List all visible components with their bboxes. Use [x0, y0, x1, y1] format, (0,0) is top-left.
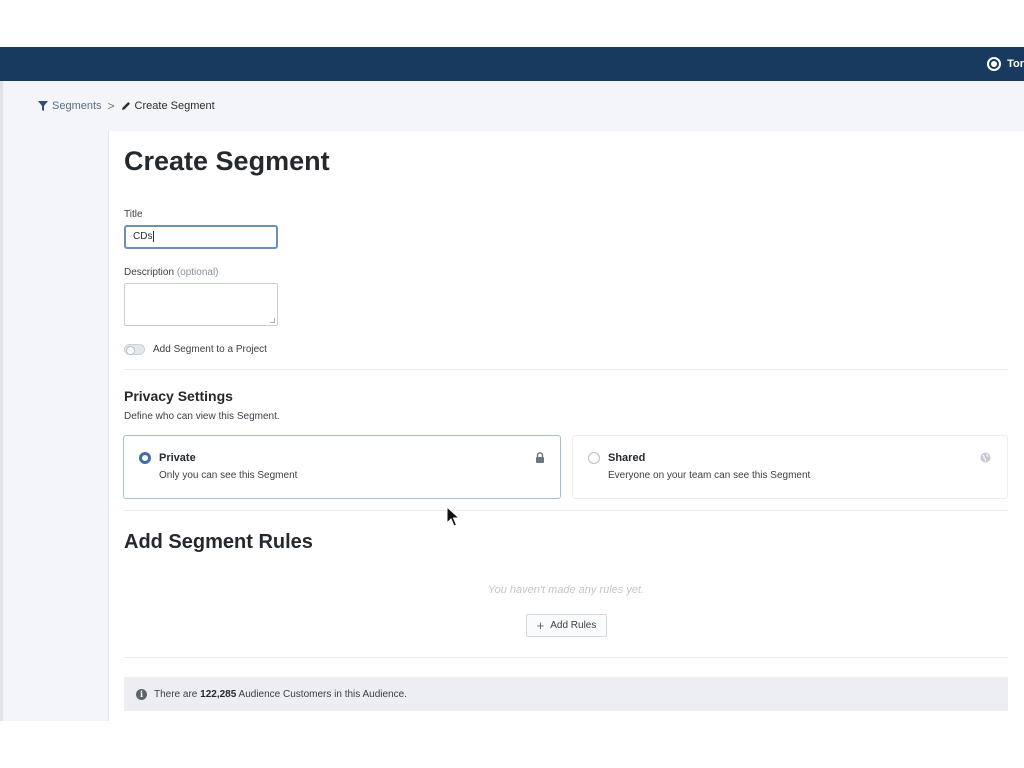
title-input[interactable]: CDs [124, 225, 278, 249]
no-rules-message: You haven't made any rules yet. [487, 584, 645, 596]
shared-option-description: Everyone on your team can see this Segme… [608, 470, 811, 481]
privacy-settings-subtitle: Define who can view this Segment. [124, 411, 280, 422]
project-toggle-label: Add Segment to a Project [153, 344, 267, 355]
private-option-description: Only you can see this Segment [159, 470, 298, 481]
title-label: Title [124, 209, 143, 220]
audience-info-bar: i There are 122,285 Audience Customers i… [124, 677, 1008, 711]
audience-info-suffix: Audience Customers in this Audience. [238, 688, 407, 700]
section-divider [124, 369, 1008, 370]
breadcrumb-segments-label: Segments [52, 100, 102, 112]
globe-icon [980, 452, 991, 463]
lock-icon [536, 452, 544, 463]
description-textarea[interactable] [124, 283, 278, 326]
section-divider [124, 510, 1008, 511]
user-name: Tor [1007, 58, 1024, 70]
info-icon: i [136, 688, 147, 700]
user-avatar-icon [987, 57, 1002, 71]
audience-info-prefix: There are [154, 688, 198, 700]
private-radio[interactable] [139, 452, 151, 464]
add-rules-button[interactable]: + Add Rules [526, 614, 607, 637]
filter-icon [38, 101, 48, 111]
user-menu[interactable]: Tor [987, 47, 1024, 81]
shared-option-label: Shared [608, 452, 646, 464]
breadcrumb: Segments > Create Segment [38, 99, 215, 113]
breadcrumb-current: Create Segment [121, 100, 215, 112]
privacy-option-shared[interactable]: Shared Everyone on your team can see thi… [572, 435, 1008, 499]
privacy-settings-title: Privacy Settings [124, 388, 233, 404]
resize-handle-icon[interactable] [270, 318, 275, 323]
top-navigation-bar: Tor [0, 47, 1024, 81]
audience-count: 122,285 [200, 688, 237, 700]
project-toggle-row: Add Segment to a Project [124, 344, 267, 355]
breadcrumb-current-label: Create Segment [134, 100, 215, 112]
breadcrumb-separator: > [107, 99, 115, 113]
add-rules-label: Add Rules [550, 620, 597, 631]
description-label: Description (optional) [124, 267, 219, 278]
plus-icon: + [536, 618, 545, 633]
app-left-edge [0, 81, 3, 721]
breadcrumb-segments-link[interactable]: Segments [38, 100, 102, 112]
shared-radio[interactable] [588, 452, 600, 464]
privacy-option-private[interactable]: Private Only you can see this Segment [123, 435, 561, 499]
description-optional-hint: (optional) [176, 267, 219, 278]
segment-rules-title: Add Segment Rules [124, 531, 313, 553]
audience-info-text: There are 122,285 Audience Customers in … [154, 689, 407, 700]
pencil-icon [121, 102, 130, 110]
section-divider [124, 657, 1008, 658]
private-option-label: Private [159, 452, 196, 464]
project-toggle-switch[interactable] [124, 344, 145, 355]
page-title: Create Segment [124, 146, 330, 176]
text-caret [153, 231, 155, 242]
title-input-value: CDs [133, 231, 153, 243]
description-label-text: Description [124, 267, 175, 278]
mouse-pointer-icon [446, 506, 460, 527]
